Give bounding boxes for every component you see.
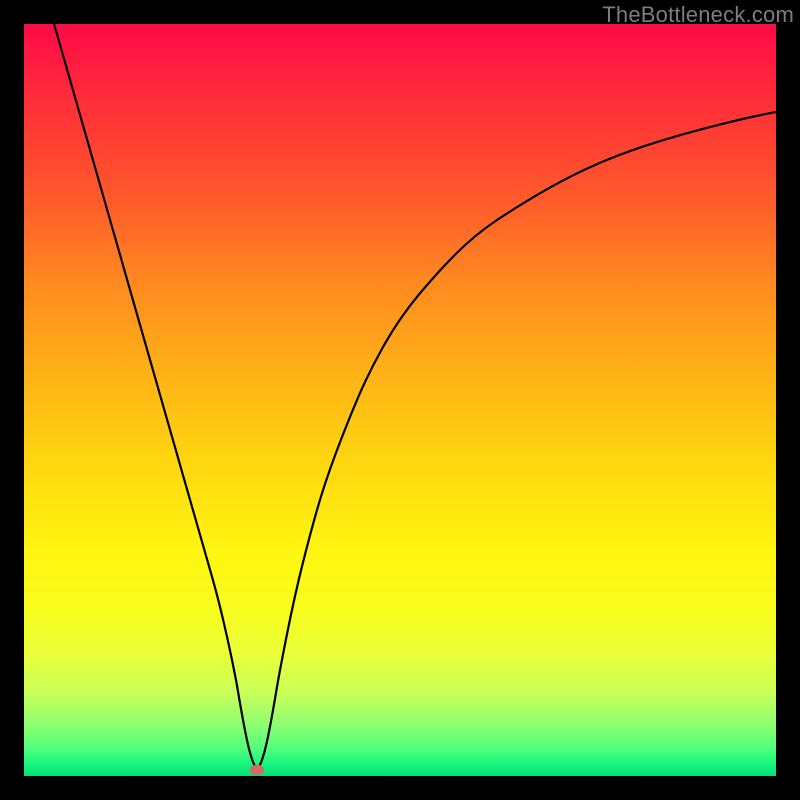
watermark-text: TheBottleneck.com — [602, 2, 794, 28]
bottleneck-curve — [24, 24, 776, 776]
minimum-marker — [250, 765, 264, 775]
chart-frame — [24, 24, 776, 776]
plot-area — [24, 24, 776, 776]
